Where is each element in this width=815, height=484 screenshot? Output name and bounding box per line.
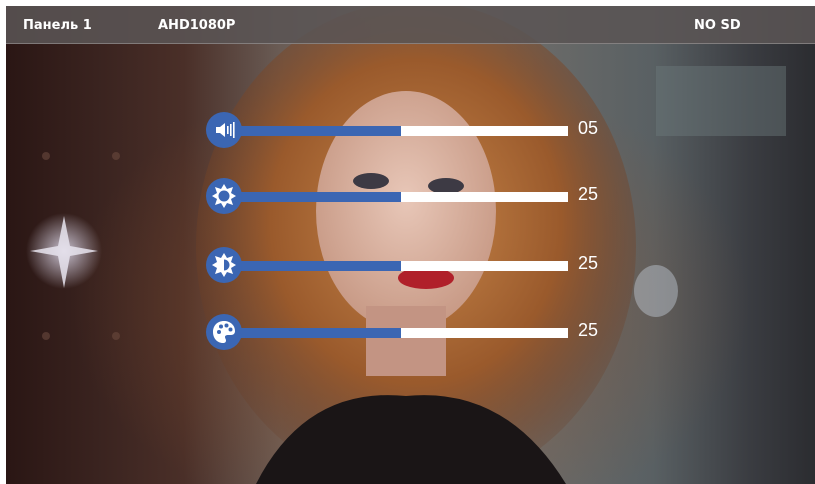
volume-track[interactable] — [234, 126, 568, 136]
brightness-track[interactable] — [234, 192, 568, 202]
volume-fill — [234, 126, 401, 136]
settings-sliders: 05 25 25 25 — [6, 6, 815, 484]
speaker-volume-icon[interactable] — [206, 112, 242, 148]
contrast-fill — [234, 261, 401, 271]
color-fill — [234, 328, 401, 338]
color-value: 25 — [578, 320, 599, 340]
video-screen: Панель 1 AHD1080P NO SD 05 25 25 25 — [6, 6, 815, 484]
color-slider[interactable]: 25 — [206, 314, 626, 350]
volume-value: 05 — [578, 118, 599, 138]
contrast-slider[interactable]: 25 — [206, 247, 626, 283]
contrast-value: 25 — [578, 253, 599, 273]
brightness-value: 25 — [578, 184, 599, 204]
contrast-track[interactable] — [234, 261, 568, 271]
volume-slider[interactable]: 05 — [206, 112, 626, 148]
half-sun-contrast-icon[interactable] — [206, 247, 242, 283]
color-track[interactable] — [234, 328, 568, 338]
brightness-slider[interactable]: 25 — [206, 178, 626, 214]
palette-color-icon[interactable] — [206, 314, 242, 350]
brightness-fill — [234, 192, 401, 202]
sun-brightness-icon[interactable] — [206, 178, 242, 214]
